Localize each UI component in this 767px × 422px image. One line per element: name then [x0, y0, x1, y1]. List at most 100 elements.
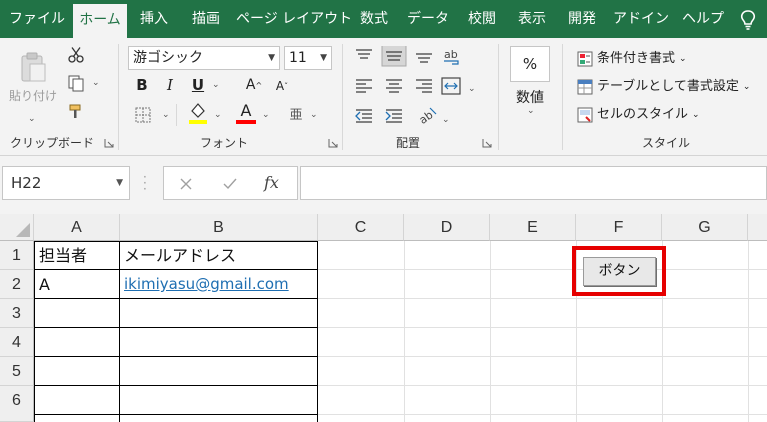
- divider: [498, 44, 499, 150]
- borders-button[interactable]: [132, 104, 154, 126]
- column-header-a[interactable]: A: [34, 214, 120, 241]
- chevron-down-icon: ⌄: [692, 110, 700, 120]
- column-header-f[interactable]: F: [576, 214, 662, 241]
- font-color-swatch: [236, 120, 256, 124]
- phonetic-dropdown[interactable]: ⌄: [310, 110, 318, 120]
- format-as-table-button[interactable]: テーブルとして書式設定 ⌄: [577, 76, 750, 98]
- row-header-5[interactable]: 5: [0, 357, 34, 386]
- cut-button[interactable]: [64, 44, 88, 66]
- select-all-icon: [16, 223, 30, 237]
- row-header-6[interactable]: 6: [0, 386, 34, 422]
- enter-check-icon[interactable]: [222, 176, 238, 192]
- font-launcher-icon[interactable]: [328, 138, 338, 148]
- tab-addins[interactable]: アドイン: [610, 0, 672, 38]
- column-header-c[interactable]: C: [318, 214, 404, 241]
- row-header-2[interactable]: 2: [0, 270, 34, 299]
- grow-font-icon: A: [245, 77, 256, 93]
- cell-a2[interactable]: A: [35, 270, 119, 299]
- conditional-format-button[interactable]: 条件付き書式 ⌄: [577, 48, 687, 70]
- tab-insert[interactable]: 挿入: [132, 0, 176, 38]
- svg-text:⌄: ⌄: [468, 84, 476, 94]
- tab-help[interactable]: ヘルプ: [678, 0, 728, 38]
- alignment-group-label: 配置: [395, 136, 420, 150]
- column-header-g[interactable]: G: [662, 214, 748, 241]
- font-size-value: 11: [289, 50, 307, 66]
- conditional-format-icon: [577, 51, 593, 67]
- paste-icon: [21, 52, 46, 81]
- paste-dropdown[interactable]: ⌄: [28, 114, 36, 124]
- borders-dropdown[interactable]: ⌄: [162, 110, 170, 120]
- clipboard-launcher-icon[interactable]: [104, 138, 114, 148]
- tab-formulas[interactable]: 数式: [352, 0, 396, 38]
- table-border: [34, 385, 318, 386]
- alignment-launcher-icon[interactable]: [482, 138, 492, 148]
- fill-color-dropdown[interactable]: ⌄: [214, 110, 222, 120]
- cancel-icon[interactable]: [178, 176, 194, 192]
- cell-a1[interactable]: 担当者: [35, 241, 119, 270]
- number-dropdown[interactable]: ⌄: [527, 106, 535, 116]
- number-format-button[interactable]: %: [510, 46, 550, 82]
- phonetic-button[interactable]: 亜: [286, 102, 306, 124]
- number-format-label[interactable]: 数値: [510, 86, 550, 108]
- copy-button[interactable]: [64, 72, 88, 94]
- fill-color-button[interactable]: [186, 100, 210, 126]
- tab-review[interactable]: 校閲: [460, 0, 504, 38]
- wrap-text-icon: ab: [444, 48, 458, 61]
- column-header-e[interactable]: E: [490, 214, 576, 241]
- bold-button[interactable]: B: [132, 74, 152, 96]
- name-box[interactable]: H22 ▼: [2, 166, 130, 200]
- svg-text:⌄: ⌄: [442, 115, 450, 125]
- row-header-1[interactable]: 1: [0, 241, 34, 270]
- font-color-dropdown[interactable]: ⌄: [262, 110, 270, 120]
- row-header-4[interactable]: 4: [0, 328, 34, 357]
- grow-font-button[interactable]: A ^: [244, 74, 264, 96]
- column-header-d[interactable]: D: [404, 214, 490, 241]
- conditional-format-label: 条件付き書式: [597, 51, 676, 66]
- chevron-down-icon: ⌄: [679, 54, 687, 64]
- paste-label: 貼り付け: [8, 88, 57, 103]
- tab-developer[interactable]: 開発: [560, 0, 604, 38]
- tab-file[interactable]: ファイル: [4, 0, 70, 38]
- formula-input[interactable]: [300, 166, 767, 200]
- paste-button[interactable]: 貼り付け: [6, 44, 60, 110]
- alignment-icons: ab ⌄ ab ⌄: [355, 46, 476, 127]
- font-name-select[interactable]: 游ゴシック ▼: [128, 46, 280, 70]
- tab-home[interactable]: ホーム: [73, 4, 127, 38]
- cell-b2-email-link[interactable]: ikimiyasu@gmail.com: [120, 270, 317, 299]
- format-painter-button[interactable]: [64, 100, 88, 122]
- tab-data[interactable]: データ: [402, 0, 454, 38]
- font-size-select[interactable]: 11 ▼: [284, 46, 332, 70]
- font-color-button[interactable]: A: [234, 100, 258, 126]
- tab-draw[interactable]: 描画: [184, 0, 228, 38]
- cell-styles-icon: [577, 107, 593, 123]
- clipboard-group-label: クリップボード: [9, 136, 94, 150]
- orientation-icon: ab: [417, 107, 437, 127]
- chevron-down-icon: ▼: [320, 53, 327, 63]
- ribbon-tab-bar: ファイル ホーム 挿入 描画 ページ レイアウト 数式 データ 校閲 表示 開発…: [0, 0, 767, 38]
- select-all-corner[interactable]: [0, 214, 34, 241]
- divider: [176, 104, 177, 126]
- insert-function-icon[interactable]: fx: [264, 173, 279, 192]
- column-header-b[interactable]: B: [120, 214, 318, 241]
- underline-dropdown[interactable]: ⌄: [212, 80, 220, 90]
- scissors-icon: [68, 47, 84, 63]
- column-header-h[interactable]: [748, 214, 767, 241]
- name-box-value: H22: [11, 174, 42, 192]
- font-name-value: 游ゴシック: [133, 50, 203, 66]
- tab-page-layout[interactable]: ページ レイアウト: [236, 0, 352, 38]
- copy-dropdown[interactable]: ⌄: [92, 78, 100, 88]
- cell-styles-button[interactable]: セルのスタイル ⌄: [577, 104, 700, 126]
- row-header-3[interactable]: 3: [0, 299, 34, 328]
- italic-button[interactable]: I: [160, 74, 180, 96]
- cell-b1[interactable]: メールアドレス: [120, 241, 317, 270]
- chevron-down-icon: ▼: [116, 178, 123, 188]
- chevron-down-icon: ▼: [268, 53, 275, 63]
- lightbulb-icon[interactable]: [738, 9, 758, 31]
- font-group-label: フォント: [199, 136, 248, 150]
- align-bottom-icon: [416, 53, 432, 63]
- divider: [118, 44, 119, 150]
- tab-view[interactable]: 表示: [510, 0, 554, 38]
- underline-button[interactable]: U: [188, 74, 208, 96]
- form-button[interactable]: ボタン: [583, 257, 656, 286]
- shrink-font-button[interactable]: Aˇ: [272, 76, 292, 96]
